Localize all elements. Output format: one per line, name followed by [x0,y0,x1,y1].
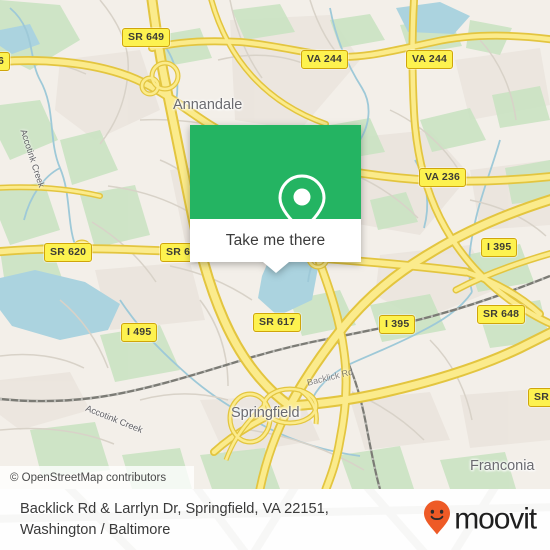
map-attribution[interactable]: © OpenStreetMap contributors [0,466,194,489]
callout-action-label: Take me there [225,231,326,249]
road-shield[interactable]: 36 [0,52,11,71]
road-shield[interactable]: I 495 [121,323,158,342]
map-canvas[interactable]: 36 SR 649 VA 244 VA 244 VA 236 SR 620 SR… [0,0,550,489]
moovit-wordmark: moovit [454,502,537,536]
road-shield[interactable]: SR 648 [477,305,526,324]
place-label-franconia: Franconia [470,458,535,474]
road-shield[interactable]: VA 236 [419,168,467,187]
address-line-1: Backlick Rd & Larrlyn Dr, Springfield, V… [20,500,329,517]
moovit-logo[interactable]: moovit [423,499,537,540]
road-shield[interactable]: SR 617 [253,313,302,332]
take-me-there-callout[interactable]: Take me there [190,125,361,273]
attribution-text: © OpenStreetMap contributors [10,471,167,484]
address-line-2: Washington / Baltimore [20,521,171,538]
road-shield[interactable]: SR 649 [122,28,171,47]
footer-bar: Backlick Rd & Larrlyn Dr, Springfield, V… [0,489,550,550]
address-block: Backlick Rd & Larrlyn Dr, Springfield, V… [20,499,329,541]
moovit-pin-icon [423,499,451,540]
callout-pointer [262,262,289,273]
road-shield[interactable]: I 395 [481,238,518,257]
callout-header [190,125,361,232]
road-shield[interactable]: VA 244 [406,50,454,69]
callout-action[interactable]: Take me there [190,219,361,273]
place-label-springfield: Springfield [231,405,300,421]
road-shield[interactable]: I 395 [379,315,416,334]
road-shield[interactable]: VA 244 [301,50,349,69]
road-shield[interactable]: SR [528,388,550,407]
place-label-annandale: Annandale [173,97,243,113]
map-screenshot: 36 SR 649 VA 244 VA 244 VA 236 SR 620 SR… [0,0,550,550]
road-shield[interactable]: SR 620 [44,243,93,262]
